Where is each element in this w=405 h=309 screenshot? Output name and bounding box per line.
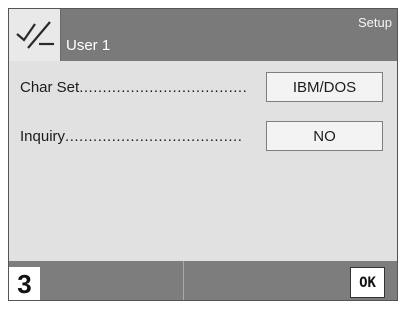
checkmark-slash-icon — [16, 21, 54, 49]
inquiry-label: Inquiry.................................… — [20, 128, 243, 145]
user-label: User 1 — [66, 37, 111, 54]
char-set-label: Char Set................................… — [20, 79, 248, 96]
app-icon-button[interactable] — [9, 9, 61, 61]
screen-title: Setup — [358, 15, 392, 30]
footer-divider — [183, 261, 184, 300]
ok-button[interactable]: OK — [350, 267, 385, 298]
device-screen: User 1 Setup Char Set...................… — [8, 8, 398, 301]
footer-bar: 3 OK — [9, 261, 397, 300]
char-set-button[interactable]: IBM/DOS — [266, 72, 383, 102]
header-bar: User 1 Setup — [9, 9, 397, 61]
inquiry-button[interactable]: NO — [266, 121, 383, 151]
step-indicator: 3 — [9, 267, 40, 300]
